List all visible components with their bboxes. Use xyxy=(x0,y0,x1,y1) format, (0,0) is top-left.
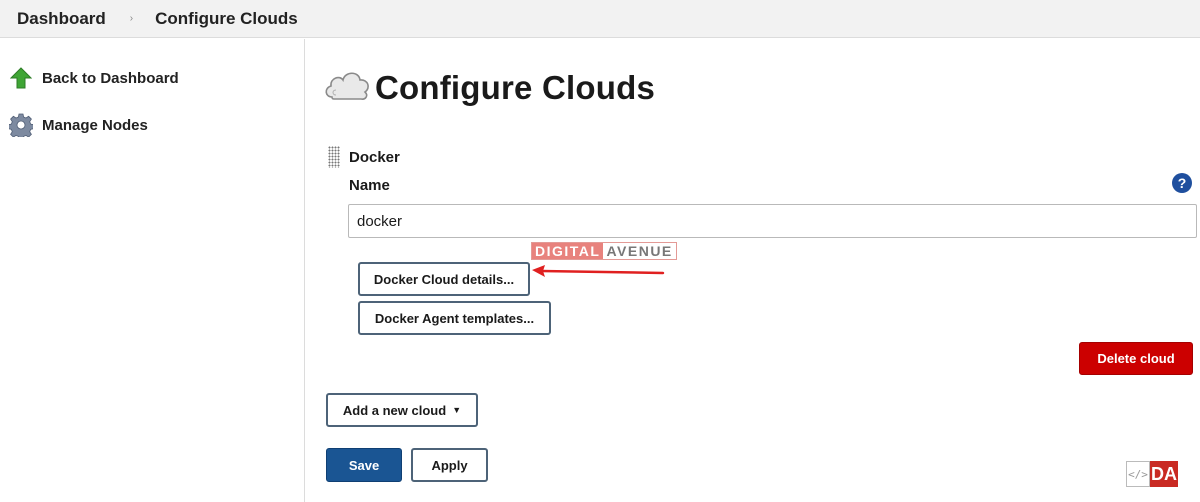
breadcrumb-separator-icon: › xyxy=(129,13,134,24)
cloud-icon xyxy=(322,65,372,110)
page-title-text: Configure Clouds xyxy=(375,68,656,106)
side-panel: Back to Dashboard Manage Nodes xyxy=(0,39,305,502)
digital-avenue-logo: </> DA xyxy=(1126,461,1178,487)
main-content: Configure Clouds Docker Name ? DIGITAL A… xyxy=(306,39,1200,502)
add-new-cloud-button[interactable]: Add a new cloud ▼ xyxy=(326,393,478,427)
docker-agent-templates-button[interactable]: Docker Agent templates... xyxy=(358,301,551,335)
name-field-label: Name xyxy=(349,177,390,194)
sidebar-item-label: Manage Nodes xyxy=(42,116,148,134)
watermark-part1: DIGITAL xyxy=(532,243,604,259)
gear-icon xyxy=(8,112,34,138)
cloud-section-label: Docker xyxy=(349,149,400,166)
breadcrumb-dashboard[interactable]: Dashboard xyxy=(17,9,106,29)
page-title: Configure Clouds xyxy=(322,65,655,110)
code-icon: </> xyxy=(1126,461,1150,487)
green-up-arrow-icon xyxy=(8,65,34,91)
watermark: DIGITAL AVENUE xyxy=(531,242,677,260)
cloud-name-input[interactable] xyxy=(348,204,1197,238)
caret-down-icon: ▼ xyxy=(452,405,462,415)
delete-cloud-button[interactable]: Delete cloud xyxy=(1079,342,1193,375)
logo-text: DA xyxy=(1150,461,1178,487)
sidebar-item-manage-nodes[interactable]: Manage Nodes xyxy=(8,112,148,138)
sidebar-item-label: Back to Dashboard xyxy=(42,69,179,87)
add-new-cloud-label: Add a new cloud xyxy=(342,402,447,418)
sidebar-item-back-to-dashboard[interactable]: Back to Dashboard xyxy=(8,65,179,91)
help-icon[interactable]: ? xyxy=(1172,173,1192,193)
red-arrow-icon xyxy=(532,265,665,277)
breadcrumb: Dashboard › Configure Clouds xyxy=(0,0,1200,38)
breadcrumb-configure-clouds[interactable]: Configure Clouds xyxy=(155,9,298,29)
drag-handle-icon[interactable] xyxy=(328,146,340,168)
watermark-part2: AVENUE xyxy=(603,243,676,259)
save-button[interactable]: Save xyxy=(326,448,402,482)
apply-button[interactable]: Apply xyxy=(411,448,488,482)
docker-cloud-details-button[interactable]: Docker Cloud details... xyxy=(358,262,530,296)
